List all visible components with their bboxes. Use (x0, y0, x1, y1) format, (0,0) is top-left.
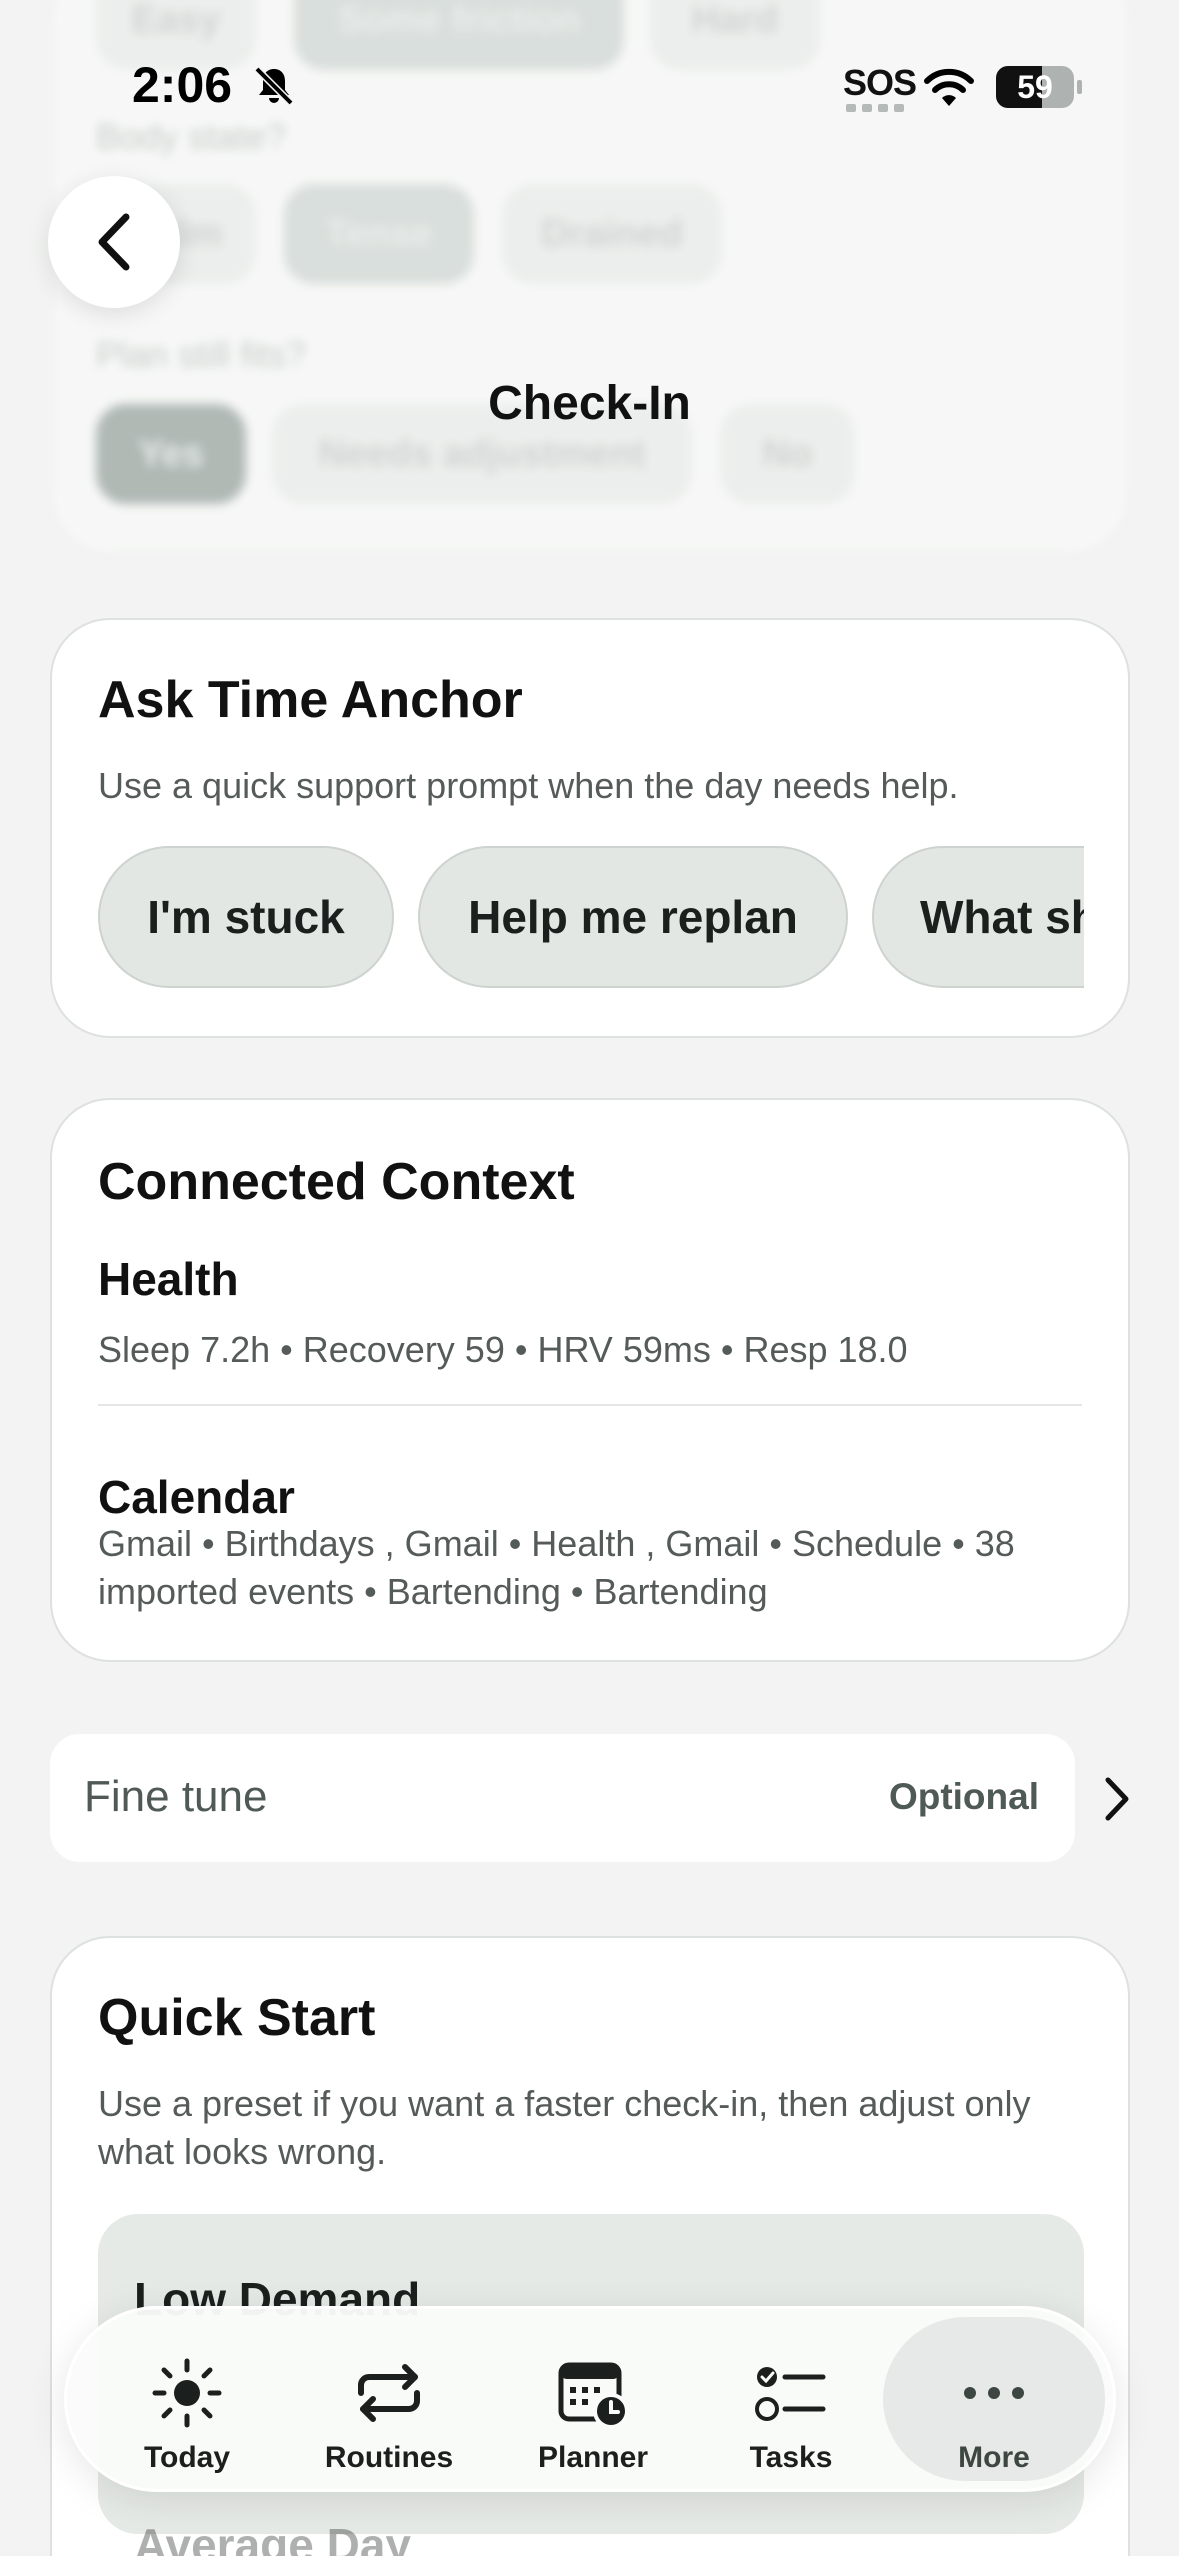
battery-level: 59 (1017, 68, 1053, 105)
preset-average-day[interactable]: Average Day (134, 2518, 411, 2556)
tab-today[interactable]: Today (87, 2317, 287, 2481)
fine-tune-label: Fine tune (84, 1772, 268, 1821)
sos-indicator: SOS (843, 62, 917, 103)
body-state-option-tense: Tense (284, 184, 474, 284)
quick-start-title: Quick Start (98, 1989, 376, 2047)
chip-im-stuck[interactable]: I'm stuck (98, 846, 394, 988)
sun-icon (152, 2358, 222, 2428)
ask-title: Ask Time Anchor (98, 671, 523, 729)
checklist-icon (755, 2367, 826, 2421)
calendar-summary: Gmail • Birthdays , Gmail • Health , Gma… (98, 1523, 1015, 1612)
difficulty-option-some-friction: Some friction (294, 0, 624, 70)
page-title: Check-In (488, 377, 691, 430)
calendar-heading: Calendar (98, 1471, 295, 1523)
tab-label: Today (143, 2441, 231, 2474)
context-title: Connected Context (98, 1153, 575, 1211)
wifi-icon (924, 68, 974, 106)
chip-what-should-i-do[interactable]: What should I do next? (872, 846, 1084, 988)
ask-chips-scroller[interactable]: I'm stuck Help me replan What should I d… (98, 846, 1084, 990)
health-heading: Health (98, 1253, 239, 1305)
back-button[interactable] (48, 176, 180, 308)
difficulty-option-hard: Hard (650, 0, 820, 70)
tab-label: Planner (537, 2441, 649, 2474)
tab-routines[interactable]: Routines (289, 2317, 489, 2481)
fine-tune-row[interactable]: Fine tune Optional (50, 1734, 1075, 1862)
tab-tasks[interactable]: Tasks (691, 2317, 891, 2481)
tab-label: Tasks (749, 2441, 833, 2474)
battery-indicator: 59 (996, 66, 1074, 108)
battery-tip (1077, 80, 1082, 94)
tab-planner[interactable]: Planner (493, 2317, 693, 2481)
signal-dots-icon (846, 104, 904, 112)
quick-start-subtitle: Use a preset if you want a faster check-… (98, 2083, 1031, 2172)
repeat-icon (358, 2364, 420, 2422)
context-divider (98, 1404, 1082, 1406)
plan-fits-label: Plan still fits? (96, 334, 307, 375)
tab-label: More (958, 2441, 1030, 2474)
bell-slash-icon (254, 66, 294, 106)
body-state-label: Body state? (96, 116, 287, 157)
status-time: 2:06 (132, 57, 233, 113)
tab-more[interactable]: More (883, 2317, 1105, 2481)
ask-card: Ask Time Anchor Use a quick support prom… (50, 618, 1130, 1038)
chevron-right-icon[interactable] (1102, 1776, 1132, 1822)
chevron-left-icon (98, 213, 130, 271)
tab-label: Routines (324, 2441, 454, 2474)
fine-tune-optional-tag: Optional (888, 1776, 1039, 1817)
context-card: Connected Context Health Sleep 7.2h • Re… (50, 1098, 1130, 1662)
ellipsis-icon (964, 2387, 1024, 2399)
tab-bar: Today Routines Planner Tasks More (64, 2306, 1116, 2492)
ask-subtitle: Use a quick support prompt when the day … (98, 765, 959, 806)
health-summary: Sleep 7.2h • Recovery 59 • HRV 59ms • Re… (98, 1329, 908, 1370)
calendar-clock-icon (558, 2362, 629, 2429)
chip-help-me-replan[interactable]: Help me replan (418, 846, 848, 988)
body-state-option-drained: Drained (502, 184, 722, 284)
